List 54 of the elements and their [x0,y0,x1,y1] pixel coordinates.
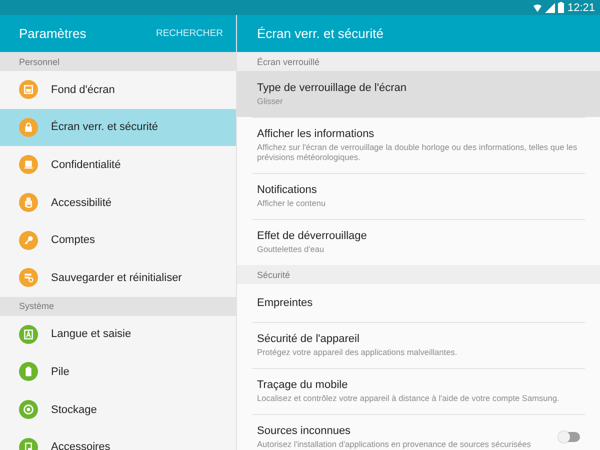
row-subtitle: Afficher le contenu [257,198,327,208]
row-title: Type de verrouillage de l'écran [257,82,408,94]
sidebar-item[interactable]: Écran verr. et sécurité [0,108,236,146]
sidebar-item[interactable]: Confidentialité [0,146,236,184]
item-label: Confidentialité [51,158,121,171]
sidebar-item[interactable]: Accessibilité [0,184,236,222]
row-subtitle: Localisez et contrôlez votre appareil à distance à l'aide de votre compte Samsung. [257,392,560,404]
sidebar-item[interactable]: Sauvegarder et réinitialiser [0,258,236,297]
row-subtitle: Protégez votre appareil des applications malveillantes. [257,346,458,358]
sidebar-item[interactable]: Accessoires [0,428,236,450]
wifi-icon [533,2,542,12]
row-title: Sources inconnues [257,424,352,437]
item-label: Pile [51,366,70,378]
app-title: Paramètres [19,26,86,41]
sidebar-item[interactable]: Stockage [0,390,236,428]
sidebar-item[interactable]: Fond d'écran [0,71,236,109]
settings-row[interactable]: Type de verrouillage de l'écran Glisser [237,71,600,117]
section-header: Personnel [0,52,236,71]
settings-row[interactable]: Sources inconnues Autorisez l'installation d'applications en provenance de sources sécurisées [237,414,600,450]
settings-row[interactable]: Afficher les informations Affichez sur l'écran de verrouillage la double horloge ou des informations, telles que les prévisions météorologiques. [237,117,600,173]
settings-row[interactable]: Effet de déverrouillage Gouttelettes d'eau [237,219,600,265]
item-label: Stockage [51,404,97,416]
sidebar-item[interactable]: Comptes [0,221,236,259]
item-label: Accessibilité [51,196,112,209]
row-title: Sécurité de l'appareil [257,332,360,345]
signal-icon [545,2,556,12]
sidebar-item[interactable]: Pile [0,353,236,391]
toggle-switch[interactable] [560,432,580,442]
sidebar-item[interactable]: Langue et saisie [0,316,236,354]
row-title: Notifications [257,184,318,196]
clock-time: 12:21 [567,2,595,14]
row-subtitle: Autorisez l'installation d'applications en provenance de sources sécurisées [257,438,532,450]
row-title: Afficher les informations [257,128,376,140]
section-header: Écran verrouillé [237,52,600,71]
row-title: Effet de déverrouillage [257,230,368,242]
settings-row[interactable]: Traçage du mobile Localisez et contrôlez votre appareil à distance à l'aide de votre compte Samsung. [237,368,600,414]
row-subtitle: Affichez sur l'écran de verrouillage la double horloge ou des informations, telles que les prévisions météorologiques. [257,142,578,162]
row-subtitle: Gouttelettes d'eau [257,244,326,254]
item-label: Sauvegarder et réinitialiser [51,272,182,284]
item-label: Langue et saisie [51,328,132,340]
row-subtitle: Glisser [257,96,284,106]
row-title: Empreintes [257,297,314,309]
settings-row[interactable]: Notifications Afficher le contenu [237,173,600,219]
page-title: Écran verr. et sécurité [257,26,384,41]
section-header: Système [0,296,236,316]
section-header: Sécurité [237,265,600,284]
settings-row[interactable]: Empreintes [237,284,600,322]
battery-icon [558,2,564,13]
item-label: Écran verr. et sécurité [51,121,158,134]
settings-row[interactable]: Sécurité de l'appareil Protégez votre appareil des applications malveillantes. [237,322,600,368]
item-label: Fond d'écran [51,84,115,96]
item-label: Comptes [51,234,96,246]
row-title: Traçage du mobile [257,378,349,391]
item-label: Accessoires [51,441,110,450]
